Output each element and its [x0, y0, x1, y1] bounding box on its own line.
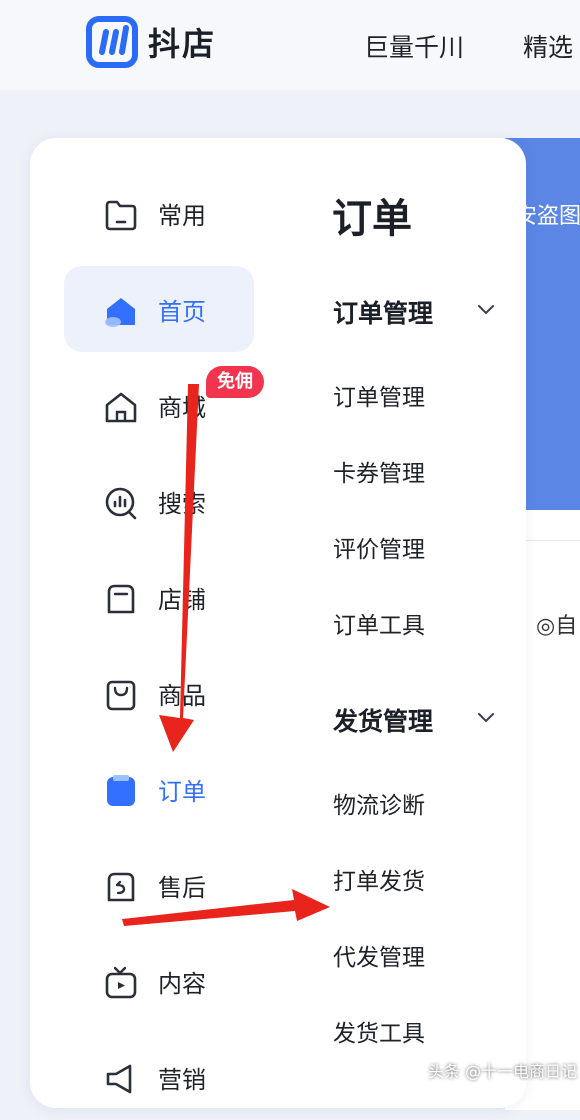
- tv-icon: [105, 966, 137, 999]
- nav-jingxuan[interactable]: 精选: [523, 28, 573, 64]
- sidebar-item-order[interactable]: 订单: [64, 746, 254, 832]
- sidebar-item-label: 商品: [158, 682, 206, 710]
- nav-juliang-qianchuan[interactable]: 巨量千川: [364, 28, 464, 64]
- folder-icon: [105, 200, 137, 231]
- sidebar-item-label: 内容: [158, 970, 206, 998]
- order-icon: [107, 775, 135, 806]
- group-title-order-management[interactable]: 订单管理: [333, 294, 433, 330]
- sidebar-item-label: 店铺: [158, 586, 206, 614]
- menu-item-logistics-diagnosis[interactable]: 物流诊断: [333, 786, 425, 820]
- megaphone-icon: [106, 1064, 132, 1094]
- sidebar-item-label: 售后: [158, 874, 206, 902]
- store-icon: [107, 584, 135, 614]
- sidebar-item-search[interactable]: 搜索: [64, 458, 254, 544]
- sidebar-item-goods[interactable]: 商品: [64, 650, 254, 736]
- doudian-logo-icon: [86, 16, 138, 68]
- menu-item-shipping-tools[interactable]: 发货工具: [333, 1014, 425, 1048]
- after-sale-icon: [107, 872, 135, 902]
- chevron-down-icon[interactable]: [477, 712, 495, 724]
- sidebar-item-label: 首页: [158, 298, 206, 326]
- logo[interactable]: 抖店: [86, 16, 216, 68]
- top-bar: 抖店 巨量千川 精选: [0, 0, 580, 90]
- menu-item-dropship-management[interactable]: 代发管理: [333, 938, 425, 972]
- mall-icon: [105, 392, 137, 423]
- chevron-down-icon[interactable]: [477, 304, 495, 316]
- menu-item-print-and-ship[interactable]: 打单发货: [333, 862, 425, 896]
- menu-item-order-tools[interactable]: 订单工具: [333, 606, 425, 640]
- sidebar-item-label: 商城: [158, 394, 206, 422]
- menu-item-coupon-management[interactable]: 卡券管理: [333, 454, 425, 488]
- free-commission-badge: 免佣: [206, 366, 264, 398]
- logo-text: 抖店: [148, 25, 217, 63]
- sidebar-item-content[interactable]: 内容: [64, 938, 254, 1024]
- sidebar-item-label: 营销: [158, 1066, 206, 1094]
- bag-icon: [106, 680, 136, 711]
- sidebar-item-label: 订单: [158, 778, 206, 806]
- sidebar-item-after-sale[interactable]: 售后: [64, 842, 254, 928]
- menu-item-order-management[interactable]: 订单管理: [333, 378, 425, 412]
- sidebar-item-common[interactable]: 常用: [64, 170, 254, 256]
- sidebar-item-label: 搜索: [158, 490, 206, 518]
- sidebar-item-marketing[interactable]: 营销: [64, 1034, 254, 1120]
- search-chart-icon: [105, 487, 137, 520]
- watermark: 头条 @十一电商日记: [428, 1062, 578, 1081]
- sidebar-item-home[interactable]: 首页: [64, 266, 254, 352]
- background-content-text: ◎自: [536, 614, 578, 639]
- submenu-title: 订单: [332, 196, 412, 242]
- home-icon: [105, 298, 135, 327]
- sidebar-item-store[interactable]: 店铺: [64, 554, 254, 640]
- group-title-shipping-management[interactable]: 发货管理: [333, 702, 433, 738]
- menu-item-review-management[interactable]: 评价管理: [333, 530, 425, 564]
- sidebar-item-label: 常用: [158, 202, 206, 230]
